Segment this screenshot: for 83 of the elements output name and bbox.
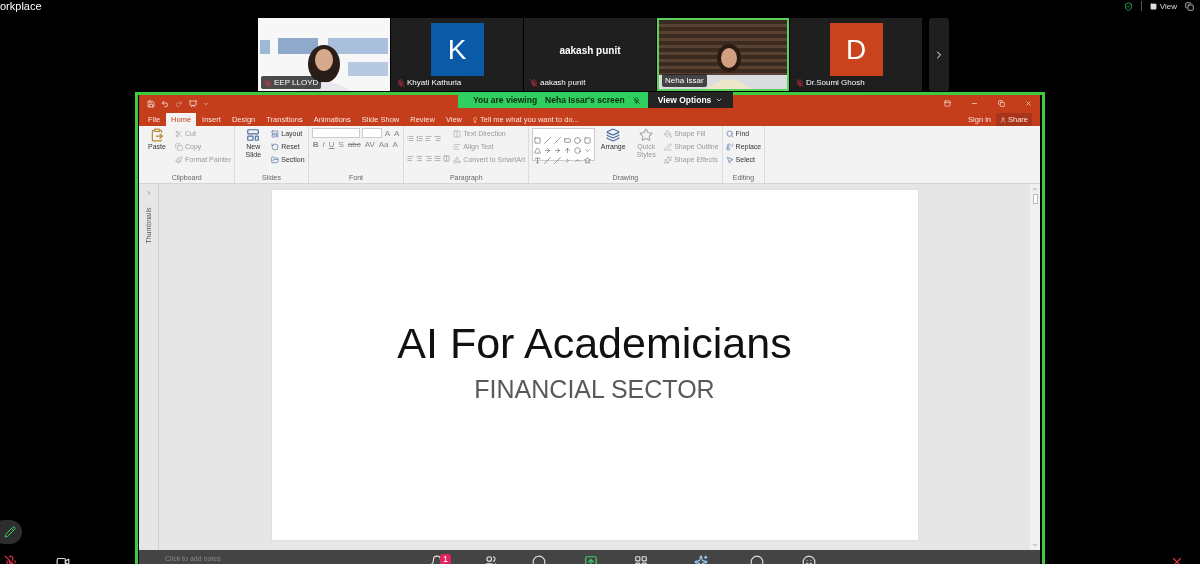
paste-icon: [150, 128, 164, 142]
expand-icon[interactable]: [145, 190, 152, 196]
list-icon[interactable]: [434, 135, 442, 142]
shape-icon: [584, 157, 592, 164]
slide-title: AI For Academicians: [397, 318, 792, 368]
shape-icon: [544, 147, 552, 154]
smartart-icon: [453, 155, 462, 164]
styles-icon: [639, 128, 654, 142]
replace-icon: [725, 142, 734, 151]
save-icon[interactable]: [147, 99, 155, 108]
name-label: Khyati Kathuria: [394, 76, 465, 89]
name-label: EEP LLOYD: [261, 76, 322, 89]
pen-icon: [664, 142, 673, 151]
shape-icon: [554, 147, 562, 154]
copy-icon: [175, 142, 183, 151]
redo-icon[interactable]: [175, 99, 183, 108]
format-button[interactable]: I: [321, 140, 326, 149]
slide-subtitle: FINANCIAL SECTOR: [474, 374, 715, 404]
scrollbar[interactable]: [1030, 184, 1040, 550]
list-icon[interactable]: [407, 135, 415, 142]
layout-icon: [271, 129, 280, 138]
name-label: Dr.Soumi Ghosh: [793, 76, 868, 89]
mic-off-icon: [632, 96, 640, 104]
shape-icon: [564, 147, 572, 154]
format-button[interactable]: U: [327, 140, 336, 149]
format-button[interactable]: Aa: [377, 140, 390, 149]
scroll-down-icon: [1032, 542, 1038, 548]
caret-icon[interactable]: [203, 100, 209, 107]
list-icon[interactable]: [425, 135, 433, 142]
video-tile[interactable]: EEP LLOYD: [258, 18, 390, 91]
shape-icon: [574, 147, 582, 154]
ribbon-display-icon[interactable]: [944, 100, 951, 107]
chevron-down-icon: [715, 96, 724, 104]
format-button[interactable]: AV: [363, 140, 376, 149]
scissors-icon: [175, 129, 183, 138]
format-button[interactable]: B: [311, 140, 320, 149]
video-tile[interactable]: D Dr.Soumi Ghosh: [790, 18, 922, 91]
pencil-icon: [4, 526, 16, 538]
sparkles-icon: [664, 155, 673, 164]
arrange-icon: [606, 128, 621, 142]
list-icon[interactable]: [416, 135, 424, 142]
close-icon[interactable]: [1025, 100, 1032, 107]
video-tile[interactable]: K Khyati Kathuria: [391, 18, 523, 91]
pointer-icon: [725, 155, 734, 164]
font-size-button[interactable]: A: [393, 128, 401, 138]
annotate-button[interactable]: [0, 520, 22, 544]
font-size-field[interactable]: [361, 128, 382, 138]
search-icon: [725, 129, 734, 138]
avatar: D: [829, 23, 883, 76]
name-label: aakash punit: [527, 76, 589, 89]
presentation-icon[interactable]: [189, 99, 197, 108]
format-button[interactable]: A: [391, 140, 399, 149]
lightbulb-icon: [472, 116, 478, 123]
app-title: orkplace: [0, 0, 42, 12]
paint-bucket-icon: [664, 129, 673, 138]
avatar: K: [430, 23, 484, 76]
view-button[interactable]: View: [1149, 1, 1177, 11]
shape-icon: [534, 157, 542, 164]
reset-icon: [271, 142, 280, 151]
notification-badge: 1: [440, 554, 451, 564]
format-button[interactable]: S: [337, 140, 345, 149]
presenter-name: Neha Issar's screen: [545, 95, 625, 105]
shield-check-icon: [1123, 1, 1133, 11]
person-icon: [1000, 116, 1006, 123]
share-banner-text: You are viewing: [473, 95, 538, 105]
restore-icon[interactable]: [998, 100, 1005, 107]
font-size-button[interactable]: A: [383, 128, 391, 138]
format-button[interactable]: abc: [346, 140, 362, 149]
minimize-icon[interactable]: [971, 100, 978, 107]
video-tile[interactable]: Neha Issar: [657, 18, 789, 91]
scroll-thumb[interactable]: [1032, 194, 1038, 204]
section-icon: [271, 155, 280, 164]
video-tile[interactable]: aakash punit aakash punit: [524, 18, 656, 91]
window-icon[interactable]: [1185, 1, 1194, 11]
name-label: Neha Issar: [662, 74, 707, 87]
paintbrush-icon: [175, 155, 183, 164]
font-name-field[interactable]: [311, 128, 360, 138]
undo-icon[interactable]: [161, 99, 169, 108]
view-options-button[interactable]: View Options: [647, 92, 734, 108]
scroll-up-icon: [1032, 186, 1038, 192]
participant-name: aakash punit: [559, 45, 621, 56]
shape-gallery[interactable]: [532, 128, 596, 161]
slide-icon: [246, 128, 261, 142]
